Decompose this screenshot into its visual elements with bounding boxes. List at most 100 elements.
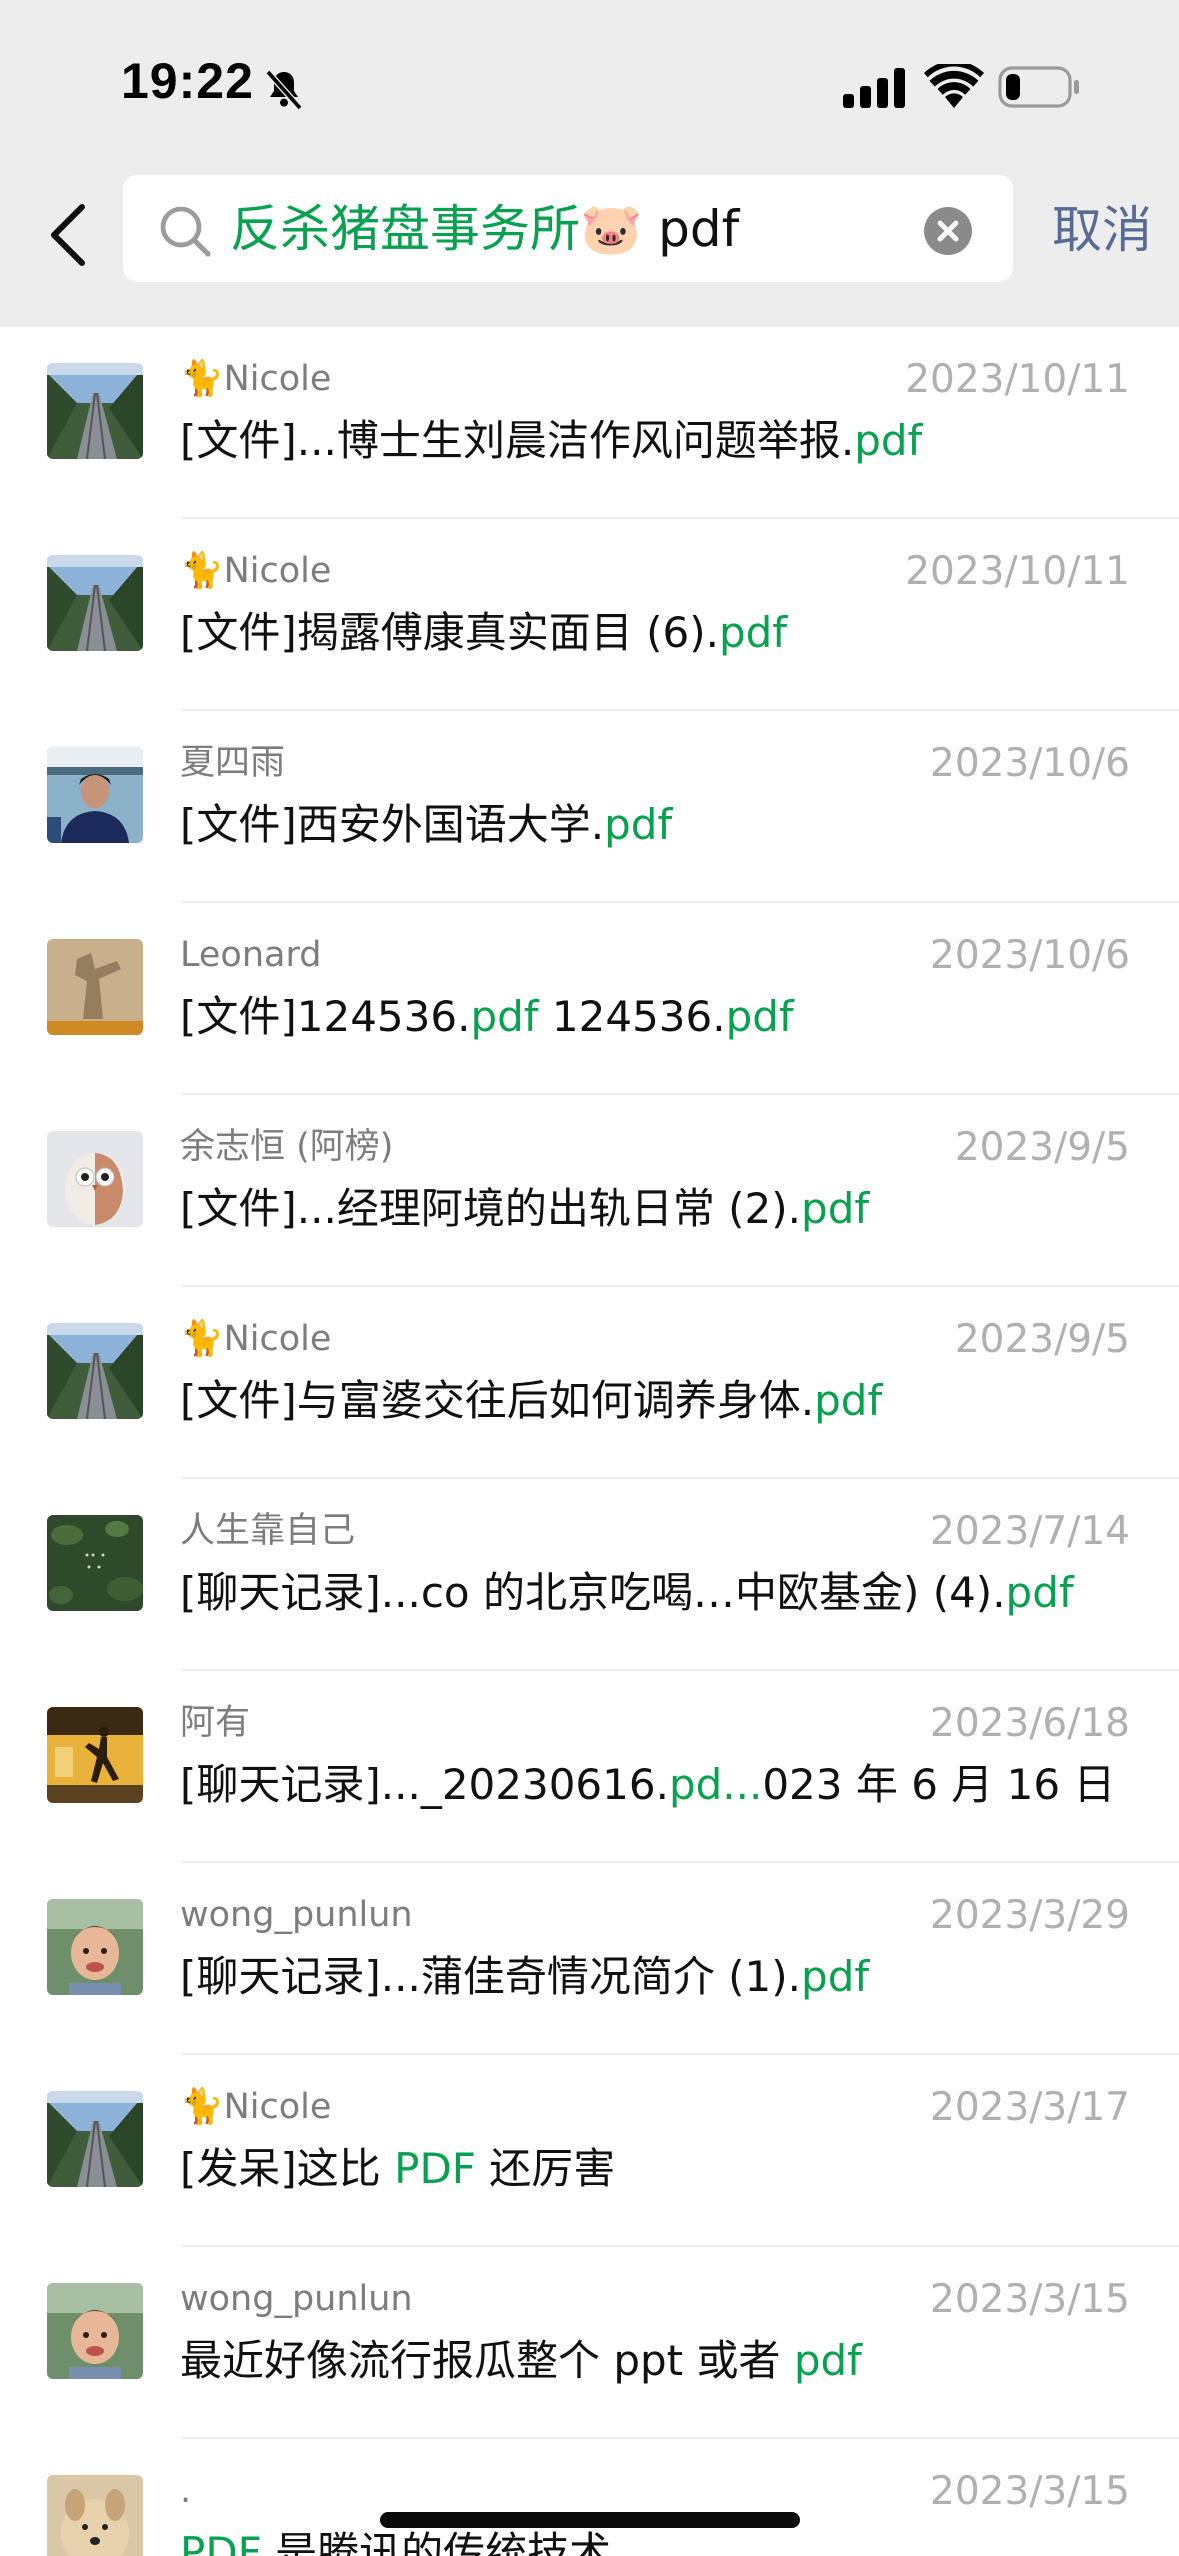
message-snippet: [文件]西安外国语大学.pdf xyxy=(180,797,672,853)
search-query-highlight: 反杀猪盘事务所🐷 xyxy=(230,200,643,258)
avatar[interactable] xyxy=(47,1707,143,1803)
message-date: 2023/10/11 xyxy=(905,549,1130,594)
message-snippet: [文件]揭露傅康真实面目 (6).pdf xyxy=(180,605,787,661)
snippet-text: 023 年 6 月 16 日 xyxy=(762,1760,1116,1809)
sender-name: 🐈Nicole xyxy=(180,1319,332,1359)
search-query-rest: pdf xyxy=(642,200,740,258)
result-item[interactable]: . 2023/3/15 PDF 是腾讯的传统技术 xyxy=(0,2439,1179,2556)
message-date: 2023/3/17 xyxy=(930,2085,1130,2130)
keyword-highlight: pdf xyxy=(793,2336,862,2385)
cellular-signal-icon xyxy=(843,68,905,108)
result-item[interactable]: 🐈Nicole 2023/3/17 [发呆]这比 PDF 还厉害 xyxy=(0,2055,1179,2247)
message-snippet: [聊天记录]..._20230616.pd...023 年 6 月 16 日 xyxy=(180,1757,1115,1813)
result-item[interactable]: 🐈Nicole 2023/10/11 [文件]...博士生刘晨洁作风问题举报.pdf xyxy=(0,327,1179,519)
sender-name: 人生靠自己 xyxy=(180,1511,356,1551)
snippet-text: [发呆]这比 xyxy=(180,2144,395,2193)
search-input[interactable]: 反杀猪盘事务所🐷 pdf xyxy=(123,175,1013,282)
snippet-text: 124536. xyxy=(538,992,726,1041)
keyword-highlight: pdf xyxy=(470,992,539,1041)
status-time: 19:22 xyxy=(121,53,254,109)
sender-name: 🐈Nicole xyxy=(180,2087,332,2127)
keyword-highlight: pdf xyxy=(801,1184,870,1233)
message-date: 2023/3/15 xyxy=(930,2469,1130,2514)
avatar[interactable] xyxy=(47,1323,143,1419)
message-snippet: [文件]...经理阿境的出轨日常 (2).pdf xyxy=(180,1181,869,1237)
avatar[interactable] xyxy=(47,1899,143,1995)
avatar[interactable] xyxy=(47,2283,143,2379)
snippet-text: [聊天记录]...co 的北京吃喝…中欧基金) (4). xyxy=(180,1568,1006,1617)
result-item[interactable]: wong_punlun 2023/3/15 最近好像流行报瓜整个 ppt 或者 pd… xyxy=(0,2247,1179,2439)
avatar[interactable] xyxy=(47,555,143,651)
result-item[interactable]: 夏四雨 2023/10/6 [文件]西安外国语大学.pdf xyxy=(0,711,1179,903)
result-item[interactable]: 余志恒 (阿榜) 2023/9/5 [文件]...经理阿境的出轨日常 (2).pdf xyxy=(0,1095,1179,1287)
message-snippet: [聊天记录]...蒲佳奇情况简介 (1).pdf xyxy=(180,1949,869,2005)
message-date: 2023/10/11 xyxy=(905,357,1130,402)
keyword-highlight: pdf xyxy=(718,608,788,657)
avatar[interactable] xyxy=(47,1131,143,1227)
result-item[interactable]: 🐈Nicole 2023/9/5 [文件]与富婆交往后如何调养身体.pdf xyxy=(0,1287,1179,1479)
message-snippet: [文件]124536.pdf 124536.pdf xyxy=(180,989,794,1045)
message-date: 2023/9/5 xyxy=(954,1125,1130,1170)
snippet-text: 还厉害 xyxy=(475,2144,616,2193)
avatar[interactable] xyxy=(47,747,143,843)
avatar[interactable] xyxy=(47,1515,143,1611)
snippet-text: [文件]西安外国语大学. xyxy=(180,800,605,849)
keyword-highlight: pdf xyxy=(604,800,673,849)
message-snippet: [聊天记录]...co 的北京吃喝…中欧基金) (4).pdf xyxy=(180,1565,1074,1621)
result-item[interactable]: Leonard 2023/10/6 [文件]124536.pdf 124536.pd… xyxy=(0,903,1179,1095)
message-snippet: 最近好像流行报瓜整个 ppt 或者 pdf xyxy=(180,2333,862,2389)
snippet-text: 最近好像流行报瓜整个 ppt 或者 xyxy=(180,2336,794,2385)
sender-name: 余志恒 (阿榜) xyxy=(180,1127,394,1167)
keyword-highlight: PDF xyxy=(180,2528,262,2556)
result-item[interactable]: 人生靠自己 2023/7/14 [聊天记录]...co 的北京吃喝…中欧基金) (4… xyxy=(0,1479,1179,1671)
snippet-text: 是腾讯的传统技术 xyxy=(261,2528,612,2556)
snippet-text: [文件]...经理阿境的出轨日常 (2). xyxy=(180,1184,802,1233)
sender-name: 夏四雨 xyxy=(180,743,286,783)
message-date: 2023/10/6 xyxy=(930,933,1130,978)
message-snippet: PDF 是腾讯的传统技术 xyxy=(180,2525,611,2556)
battery-icon xyxy=(998,66,1079,108)
snippet-text: [文件]124536. xyxy=(180,992,471,1041)
search-icon xyxy=(160,206,211,257)
back-arrow-icon[interactable] xyxy=(46,203,90,267)
sender-name: Leonard xyxy=(180,935,322,975)
keyword-highlight: pdf xyxy=(801,1952,870,2001)
snippet-text: [文件]...博士生刘晨洁作风问题举报. xyxy=(180,416,855,465)
search-query-text[interactable]: 反杀猪盘事务所🐷 pdf xyxy=(230,197,739,261)
snippet-text: [文件]揭露傅康真实面目 (6). xyxy=(180,608,719,657)
search-bar-row: 反杀猪盘事务所🐷 pdf 取消 xyxy=(0,170,1179,327)
message-date: 2023/7/14 xyxy=(930,1509,1130,1554)
keyword-highlight: pdf xyxy=(725,992,794,1041)
sender-name: . xyxy=(180,2471,192,2511)
keyword-highlight: pdf xyxy=(1005,1568,1074,1617)
message-date: 2023/6/18 xyxy=(930,1701,1130,1746)
sender-name: wong_punlun xyxy=(180,2279,413,2319)
message-date: 2023/3/29 xyxy=(930,1893,1130,1938)
avatar[interactable] xyxy=(47,2475,143,2556)
bell-slash-icon xyxy=(265,69,303,111)
keyword-highlight: pdf xyxy=(814,1376,883,1425)
sender-name: 🐈Nicole xyxy=(180,359,332,399)
result-item[interactable]: 阿有 2023/6/18 [聊天记录]..._20230616.pd...023 年… xyxy=(0,1671,1179,1863)
snippet-text: [聊天记录]..._20230616. xyxy=(180,1760,669,1809)
avatar[interactable] xyxy=(47,939,143,1035)
search-results-list: 🐈Nicole 2023/10/11 [文件]...博士生刘晨洁作风问题举报.pdf… xyxy=(0,327,1179,2556)
snippet-text: [聊天记录]...蒲佳奇情况简介 (1). xyxy=(180,1952,802,2001)
status-bar: 19:22 xyxy=(0,0,1179,170)
keyword-highlight: pdf xyxy=(854,416,923,465)
avatar[interactable] xyxy=(47,363,143,459)
message-snippet: [文件]...博士生刘晨洁作风问题举报.pdf xyxy=(180,413,922,469)
sender-name: 阿有 xyxy=(180,1703,251,1743)
clear-search-icon[interactable] xyxy=(924,207,972,255)
message-date: 2023/9/5 xyxy=(954,1317,1130,1362)
sender-name: 🐈Nicole xyxy=(180,551,332,591)
message-date: 2023/3/15 xyxy=(930,2277,1130,2322)
result-item[interactable]: wong_punlun 2023/3/29 [聊天记录]...蒲佳奇情况简介 (1)… xyxy=(0,1863,1179,2055)
wifi-icon xyxy=(924,64,984,108)
cancel-button[interactable]: 取消 xyxy=(1052,198,1152,262)
message-snippet: [文件]与富婆交往后如何调养身体.pdf xyxy=(180,1373,882,1429)
home-indicator xyxy=(380,2512,800,2528)
message-date: 2023/10/6 xyxy=(930,741,1130,786)
avatar[interactable] xyxy=(47,2091,143,2187)
result-item[interactable]: 🐈Nicole 2023/10/11 [文件]揭露傅康真实面目 (6).pdf xyxy=(0,519,1179,711)
